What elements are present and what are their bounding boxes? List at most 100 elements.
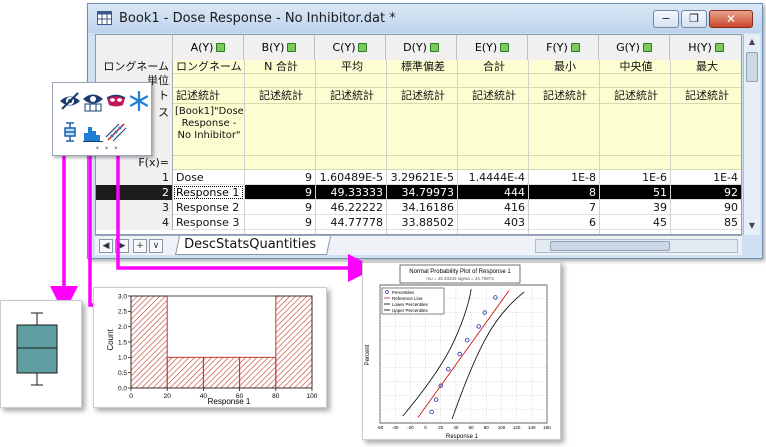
longname-cell[interactable]: 最大 xyxy=(673,60,741,74)
table-cell[interactable]: 9 xyxy=(244,215,315,230)
column-header-F[interactable]: F(Y) xyxy=(528,35,599,60)
restore-button[interactable]: ❐ xyxy=(681,10,707,28)
row-number[interactable]: 1 xyxy=(96,170,173,185)
table-cell[interactable]: 9 xyxy=(244,185,315,200)
table-cell[interactable]: 34.79973 xyxy=(386,185,457,200)
sheet-menu-button[interactable]: ∨ xyxy=(149,239,163,253)
column-header-B[interactable]: B(Y) xyxy=(244,35,315,60)
longname-cell[interactable]: 標準偏差 xyxy=(389,60,457,74)
box-chart-icon[interactable] xyxy=(59,121,81,143)
comment-cell[interactable]: 記述統計 xyxy=(176,88,244,104)
worksheet-grid[interactable]: A(Y) B(Y) C(Y) D(Y) E(Y) F(Y) G(Y) H(Y) … xyxy=(95,34,742,235)
first-sheet-button[interactable]: ◀ xyxy=(99,239,113,253)
eye-icon[interactable] xyxy=(59,90,81,112)
table-cell[interactable]: 33.88502 xyxy=(386,215,457,230)
table-cell[interactable]: 44.77778 xyxy=(315,215,386,230)
snowflake-icon[interactable] xyxy=(128,90,150,112)
longname-cell[interactable]: 平均 xyxy=(318,60,386,74)
column-header-G[interactable]: G(Y) xyxy=(599,35,670,60)
table-cell[interactable]: 34.16186 xyxy=(386,200,457,215)
table-cell[interactable]: 7 xyxy=(528,200,599,215)
corner-cell[interactable] xyxy=(96,35,173,60)
table-cell[interactable]: 49.33333 xyxy=(315,185,386,200)
histogram-icon[interactable] xyxy=(82,121,104,143)
y-tick-label: 2.0 xyxy=(118,324,127,331)
row-number[interactable]: 4 xyxy=(96,215,173,230)
row-header-longname[interactable]: ロングネーム xyxy=(96,60,173,74)
table-cell[interactable]: 416 xyxy=(457,200,528,215)
table-cell[interactable]: 85 xyxy=(670,215,741,230)
table-cell[interactable]: 6 xyxy=(528,215,599,230)
table-cell[interactable]: 90 xyxy=(670,200,741,215)
histogram-panel[interactable]: 0 20 40 60 80 100 0.0 0.5 1.0 1.5 2.0 2.5 3.0 Respon… xyxy=(93,287,327,408)
column-header-D[interactable]: D(Y) xyxy=(386,35,457,60)
sheet-tab[interactable]: DescStatsQuantities xyxy=(174,236,332,255)
table-cell[interactable]: Dose xyxy=(173,170,244,185)
comment-cell[interactable]: 記述統計 xyxy=(531,88,599,104)
title-bar[interactable]: Book1 - Dose Response - No Inhibitor.dat… xyxy=(88,4,762,33)
table-cell[interactable]: 92 xyxy=(670,185,741,200)
table-cell[interactable]: 1.4444E-4 xyxy=(457,170,528,185)
table-row[interactable]: 1 Dose 9 1.60489E-5 3.29621E-5 1.4444E-4… xyxy=(96,170,741,185)
table-cell[interactable]: 1E-8 xyxy=(528,170,599,185)
table-cell[interactable]: 45 xyxy=(599,215,670,230)
table-cell[interactable]: 8 xyxy=(528,185,599,200)
column-header-E[interactable]: E(Y) xyxy=(457,35,528,60)
table-cell[interactable]: 9 xyxy=(244,200,315,215)
table-cell[interactable]: 403 xyxy=(457,215,528,230)
table-cell[interactable]: Response 2 xyxy=(173,200,244,215)
table-row[interactable]: 4 Response 3 9 44.77778 33.88502 403 6 4… xyxy=(96,215,741,230)
toolbar-grip[interactable]: • • • xyxy=(95,144,119,153)
table-cell-active[interactable]: Response 1 xyxy=(173,185,244,200)
x-tick-label: 60 xyxy=(469,425,475,430)
scroll-thumb[interactable] xyxy=(746,52,758,82)
longname-cell[interactable]: 合計 xyxy=(460,60,528,74)
next-sheet-button[interactable]: ▶ xyxy=(115,239,129,253)
scroll-up-icon[interactable]: ▲ xyxy=(746,36,758,48)
table-row-selected[interactable]: 2 Response 1 9 49.33333 34.79973 444 8 5… xyxy=(96,185,741,200)
table-cell[interactable]: 444 xyxy=(457,185,528,200)
table-cell[interactable]: 1E-6 xyxy=(599,170,670,185)
table-row[interactable]: 3 Response 2 9 46.22222 34.16186 416 7 3… xyxy=(96,200,741,215)
longname-cell[interactable]: ロングネーム xyxy=(176,60,244,74)
add-sheet-button[interactable]: + xyxy=(133,239,147,253)
source-cell[interactable]: [Book1]"Dose Response - No Inhibitor" xyxy=(175,106,243,142)
scroll-down-icon[interactable]: ▼ xyxy=(746,220,758,232)
table-cell[interactable]: 1E-4 xyxy=(670,170,741,185)
column-header-H[interactable]: H(Y) xyxy=(670,35,741,60)
comment-cell[interactable]: 記述統計 xyxy=(389,88,457,104)
row-header-fx[interactable]: F(x)= xyxy=(96,156,173,170)
table-cell[interactable]: 1.60489E-5 xyxy=(315,170,386,185)
legend-entry: Upper Percentiles xyxy=(392,308,429,313)
probability-plot-icon[interactable] xyxy=(105,121,127,143)
row-number[interactable]: 3 xyxy=(96,200,173,215)
comment-cell[interactable]: 記述統計 xyxy=(460,88,528,104)
comment-cell[interactable]: 記述統計 xyxy=(247,88,315,104)
table-cell[interactable]: 46.22222 xyxy=(315,200,386,215)
table-cell[interactable]: 39 xyxy=(599,200,670,215)
horizontal-scrollbar[interactable] xyxy=(535,239,738,253)
longname-cell[interactable]: N 合計 xyxy=(247,60,315,74)
close-button[interactable]: ✕ xyxy=(709,10,753,28)
hscroll-thumb[interactable] xyxy=(550,241,670,251)
table-cell[interactable]: Response 3 xyxy=(173,215,244,230)
minimize-button[interactable]: − xyxy=(653,10,679,28)
column-header-C[interactable]: C(Y) xyxy=(315,35,386,60)
eye-grid-icon[interactable] xyxy=(82,90,104,112)
y-axis-label: Percent xyxy=(365,344,371,365)
comment-cell[interactable]: 記述統計 xyxy=(602,88,670,104)
longname-cell[interactable]: 最小 xyxy=(531,60,599,74)
box-chart-panel[interactable] xyxy=(0,300,82,408)
comment-cell[interactable]: 記述統計 xyxy=(673,88,741,104)
longname-cell[interactable]: 中央値 xyxy=(602,60,670,74)
row-number[interactable]: 2 xyxy=(96,185,173,200)
column-header-A[interactable]: A(Y) xyxy=(173,35,244,60)
probability-plot-panel[interactable]: Normal Probability Plot of Response 1 mu… xyxy=(362,262,561,440)
comment-cell[interactable]: 記述統計 xyxy=(318,88,386,104)
vertical-scrollbar[interactable]: ▲ ▼ xyxy=(743,34,760,235)
mask-icon[interactable] xyxy=(105,90,127,112)
table-cell[interactable]: 3.29621E-5 xyxy=(386,170,457,185)
table-cell[interactable]: 51 xyxy=(599,185,670,200)
comment-row: ト 記述統計 記述統計 記述統計 記述統計 記述統計 記述統計 記述統計 記述統… xyxy=(96,88,741,104)
table-cell[interactable]: 9 xyxy=(244,170,315,185)
